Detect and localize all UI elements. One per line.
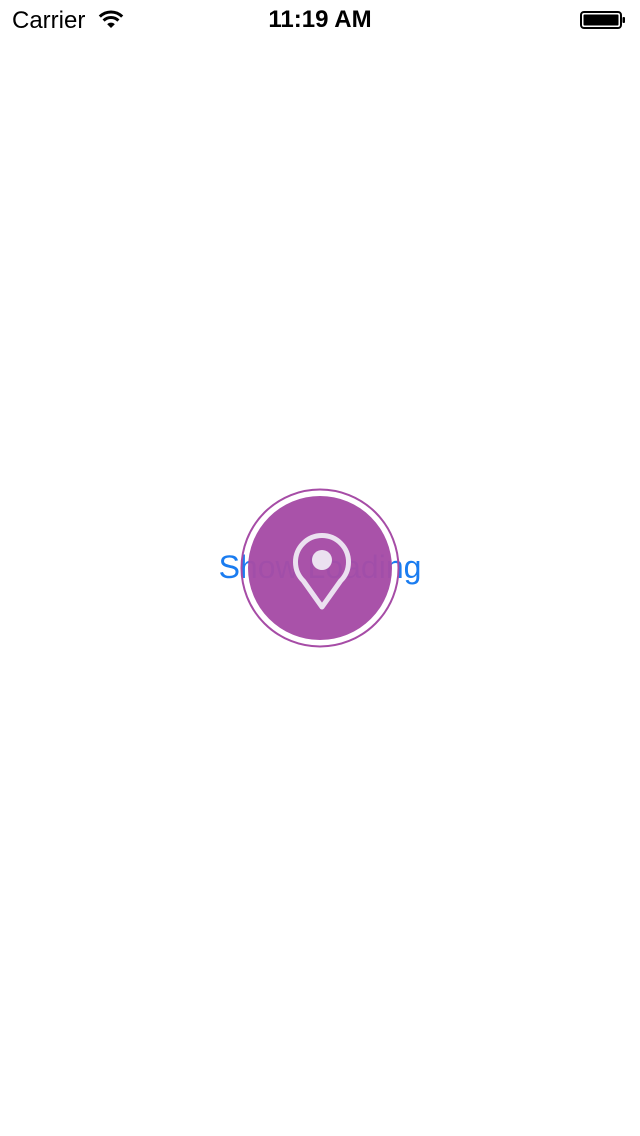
loading-indicator (240, 488, 400, 648)
screen: Carrier 11:19 AM Show Loading (0, 0, 640, 1136)
battery-icon (580, 11, 625, 29)
status-bar: Carrier 11:19 AM (0, 0, 640, 40)
status-time: 11:19 AM (268, 6, 372, 33)
